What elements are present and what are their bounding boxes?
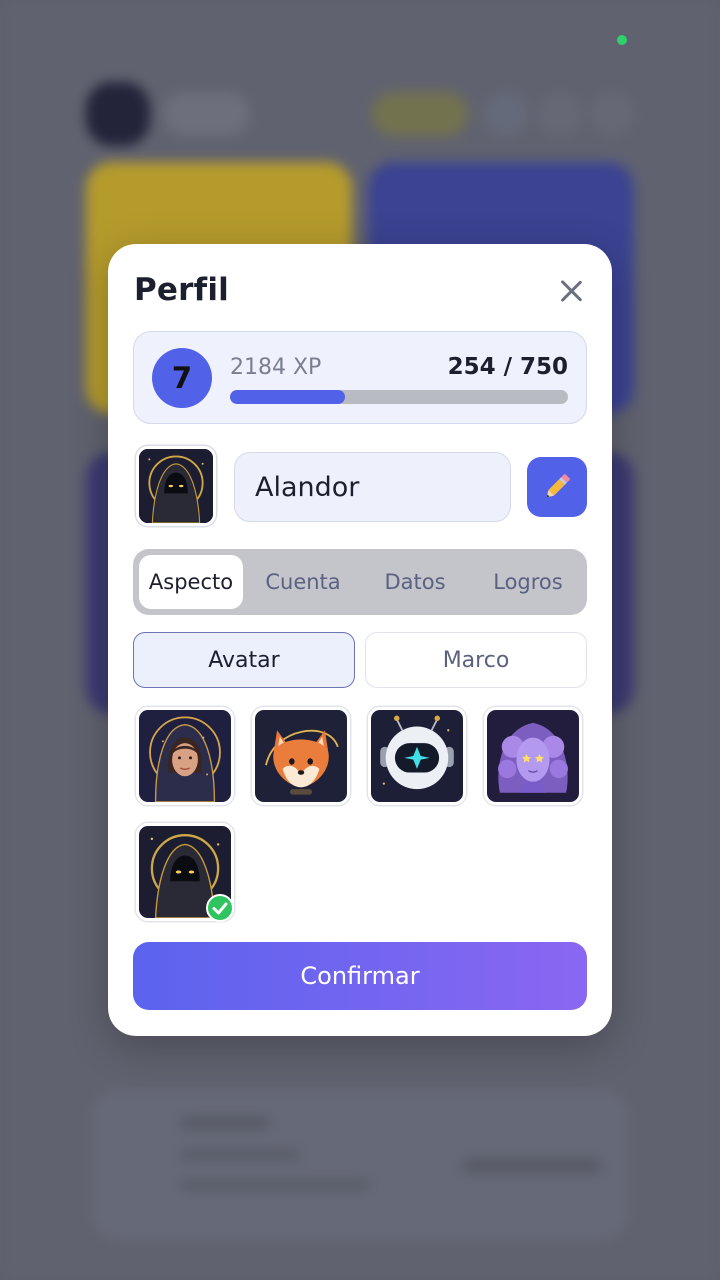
fox-avatar-icon: [255, 710, 347, 802]
pencil-icon: [546, 474, 570, 498]
profile-avatar[interactable]: [136, 446, 216, 526]
level-badge: 7: [152, 348, 212, 408]
bg-text-line: [180, 1116, 270, 1130]
bg-avatar: [86, 82, 150, 146]
aspect-subtabs: Avatar Marco: [133, 632, 587, 688]
profile-tabs: Aspecto Cuenta Datos Logros: [133, 549, 587, 615]
bg-text-line: [462, 1158, 602, 1174]
bg-coin-pill: [372, 92, 468, 136]
status-dot: [617, 35, 627, 45]
hooded-figure-avatar-icon: [139, 449, 213, 523]
subtab-marco[interactable]: Marco: [365, 632, 587, 688]
xp-progress-fill: [230, 390, 345, 404]
bg-streak-pill: [164, 92, 250, 136]
confirm-button[interactable]: Confirmar: [133, 942, 587, 1010]
profile-modal: Perfil 7 2184 XP 254 / 750 Alandor Aspec…: [108, 244, 612, 1036]
tab-logros[interactable]: Logros: [475, 555, 581, 609]
xp-panel: 7 2184 XP 254 / 750: [133, 331, 587, 424]
xp-progress-text: 254 / 750: [447, 354, 568, 380]
selected-check-icon: [206, 894, 234, 922]
tab-aspecto[interactable]: Aspecto: [139, 555, 243, 609]
modal-title: Perfil: [134, 272, 229, 308]
purple-nebula-avatar-icon: [487, 710, 579, 802]
avatar-option-woman[interactable]: [136, 707, 234, 805]
xp-progress-bar: [230, 390, 568, 404]
avatar-option-robot[interactable]: [368, 707, 466, 805]
bg-icon-button: [538, 92, 582, 136]
xp-total: 2184 XP: [230, 355, 322, 380]
avatar-option-fox[interactable]: [252, 707, 350, 805]
bg-icon-button: [484, 92, 528, 136]
avatar-option-nebula[interactable]: [484, 707, 582, 805]
bg-icon-button: [590, 92, 634, 136]
bg-text-line: [180, 1180, 370, 1190]
close-icon[interactable]: [554, 274, 588, 308]
tab-datos[interactable]: Datos: [363, 555, 467, 609]
robot-avatar-icon: [371, 710, 463, 802]
name-input[interactable]: [234, 452, 511, 522]
edit-name-button[interactable]: [527, 457, 587, 517]
bg-text-line: [180, 1150, 300, 1160]
tab-cuenta[interactable]: Cuenta: [251, 555, 355, 609]
woman-hood-avatar-icon: [139, 710, 231, 802]
subtab-avatar[interactable]: Avatar: [133, 632, 355, 688]
